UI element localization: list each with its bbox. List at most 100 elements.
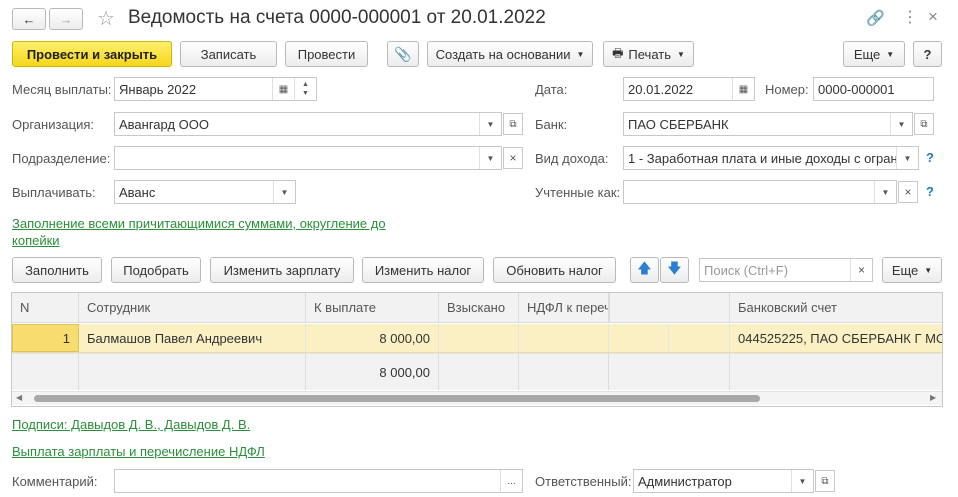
clear-counted-as-icon[interactable]: × xyxy=(898,181,918,203)
column-header-collected[interactable]: Взыскано xyxy=(439,293,519,323)
number-label: Номер: xyxy=(765,82,809,97)
comment-field[interactable]: ... xyxy=(114,469,523,493)
dropdown-arrow-icon[interactable]: ▼ xyxy=(896,147,918,169)
bank-field[interactable]: ПАО СБЕРБАНК ▼ xyxy=(623,112,913,136)
favorite-star-icon[interactable]: ☆ xyxy=(97,6,115,31)
total-amount: 8 000,00 xyxy=(306,354,439,390)
scroll-right-icon[interactable]: ▶ xyxy=(930,393,936,402)
date-field[interactable]: 20.01.2022 ▦ xyxy=(623,77,755,101)
search-input[interactable]: Поиск (Ctrl+F) × xyxy=(699,258,873,282)
number-field[interactable]: 0000-000001 xyxy=(813,77,934,101)
dropdown-arrow-icon: ▼ xyxy=(886,49,895,59)
move-up-button[interactable]: 🡅 xyxy=(630,257,659,283)
row-number-cell[interactable]: 1 xyxy=(12,324,79,352)
fill-button[interactable]: Заполнить xyxy=(12,257,102,283)
open-responsible-icon[interactable]: ⧉ xyxy=(815,470,835,492)
dropdown-arrow-icon: ▼ xyxy=(924,265,933,275)
scrollbar-thumb[interactable] xyxy=(34,395,760,402)
organization-field[interactable]: Авангард ООО ▼ xyxy=(114,112,502,136)
attach-button[interactable]: 📎 xyxy=(387,41,419,67)
bank-label: Банк: xyxy=(535,117,568,132)
spin-stepper[interactable]: ▲ ▼ xyxy=(294,78,316,100)
fill-rounding-link[interactable]: Заполнение всеми причитающимися суммами,… xyxy=(12,215,386,249)
move-down-button[interactable]: 🡇 xyxy=(660,257,689,283)
scroll-left-icon[interactable]: ◀ xyxy=(16,393,22,402)
dropdown-arrow-icon[interactable]: ▼ xyxy=(479,147,501,169)
arrow-down-icon: 🡇 xyxy=(667,260,682,276)
collected-cell[interactable] xyxy=(439,324,519,352)
dropdown-arrow-icon[interactable]: ▼ xyxy=(874,181,896,203)
column-header-n[interactable]: N xyxy=(12,293,79,323)
arrow-left-icon: ← xyxy=(22,11,36,27)
column-header-bank-account[interactable]: Банковский счет xyxy=(730,293,942,323)
arrow-right-icon: → xyxy=(59,11,73,27)
save-button[interactable]: Записать xyxy=(180,41,277,67)
organization-label: Организация: xyxy=(12,117,95,132)
clear-search-icon[interactable]: × xyxy=(850,259,872,281)
date-label: Дата: xyxy=(535,82,568,97)
column-header-employee[interactable]: Сотрудник xyxy=(79,293,306,323)
table-more-button[interactable]: Еще ▼ xyxy=(882,257,942,283)
footer-cell xyxy=(519,354,609,390)
dropdown-arrow-icon[interactable]: ▼ xyxy=(273,181,295,203)
column-header-amount[interactable]: К выплате xyxy=(306,293,439,323)
change-salary-button[interactable]: Изменить зарплату xyxy=(210,257,354,283)
dropdown-arrow-icon: ▼ xyxy=(576,49,585,59)
month-field[interactable]: Январь 2022 ▦ ▲ ▼ xyxy=(114,77,317,101)
arrow-up-icon: 🡅 xyxy=(637,260,652,276)
clear-department-icon[interactable]: × xyxy=(503,147,523,169)
dropdown-arrow-icon: ▼ xyxy=(677,49,685,59)
footer-cell xyxy=(439,354,519,390)
income-type-field[interactable]: 1 - Заработная плата и иные доходы с огр… xyxy=(623,146,919,170)
amount-cell[interactable]: 8 000,00 xyxy=(306,324,439,352)
month-label: Месяц выплаты: xyxy=(12,82,112,97)
create-based-on-button[interactable]: Создать на основании ▼ xyxy=(427,41,593,67)
ndfl-cell[interactable] xyxy=(519,324,609,352)
footer-cell xyxy=(609,354,730,390)
help-button[interactable]: ? xyxy=(913,41,942,67)
link-icon[interactable]: 🔗 xyxy=(866,9,885,27)
forward-button[interactable]: → xyxy=(49,8,83,30)
close-icon[interactable]: × xyxy=(928,7,938,27)
pay-label: Выплачивать: xyxy=(12,185,96,200)
more-button[interactable]: Еще ▼ xyxy=(843,41,905,67)
counted-as-label: Учтенные как: xyxy=(535,185,621,200)
counted-as-field[interactable]: ▼ xyxy=(623,180,897,204)
comment-label: Комментарий: xyxy=(12,474,98,489)
pay-field[interactable]: Аванс ▼ xyxy=(114,180,296,204)
help-question-icon[interactable]: ? xyxy=(926,150,934,165)
responsible-field[interactable]: Администратор ▼ xyxy=(633,469,814,493)
department-label: Подразделение: xyxy=(12,151,111,166)
footer-cell xyxy=(12,354,79,390)
horizontal-scrollbar[interactable]: ◀ ▶ xyxy=(12,391,942,405)
back-button[interactable]: ← xyxy=(12,8,46,30)
select-button[interactable]: Подобрать xyxy=(111,257,201,283)
calendar-icon[interactable]: ▦ xyxy=(272,78,294,100)
more-menu-icon[interactable]: ⋮ xyxy=(902,7,918,27)
signatures-link[interactable]: Подписи: Давыдов Д. В., Давыдов Д. В. xyxy=(12,417,250,432)
dropdown-arrow-icon[interactable]: ▼ xyxy=(890,113,912,135)
dropdown-arrow-icon[interactable]: ▼ xyxy=(791,470,813,492)
dropdown-arrow-icon[interactable]: ▼ xyxy=(479,113,501,135)
responsible-label: Ответственный: xyxy=(535,474,632,489)
payment-link[interactable]: Выплата зарплаты и перечисление НДФЛ xyxy=(12,444,265,459)
post-and-close-button[interactable]: Провести и закрыть xyxy=(12,41,172,67)
ellipsis-icon[interactable]: ... xyxy=(500,470,522,492)
employee-cell[interactable]: Балмашов Павел Андреевич xyxy=(79,324,306,352)
ndfl-extra-cell[interactable] xyxy=(609,324,669,352)
footer-cell xyxy=(730,354,942,390)
print-button[interactable]: 🖶 Печать ▼ xyxy=(603,41,694,67)
help-question-icon[interactable]: ? xyxy=(926,184,934,199)
column-header-ndfl[interactable]: НДФЛ к перечи... xyxy=(519,293,609,323)
ndfl-extra-cell[interactable] xyxy=(669,324,730,352)
paperclip-icon: 📎 xyxy=(394,45,412,62)
update-tax-button[interactable]: Обновить налог xyxy=(493,257,616,283)
open-bank-icon[interactable]: ⧉ xyxy=(914,113,934,135)
calendar-icon[interactable]: ▦ xyxy=(732,78,754,100)
change-tax-button[interactable]: Изменить налог xyxy=(362,257,484,283)
printer-icon: 🖶 xyxy=(612,45,624,60)
department-field[interactable]: ▼ xyxy=(114,146,502,170)
open-organization-icon[interactable]: ⧉ xyxy=(503,113,523,135)
post-button[interactable]: Провести xyxy=(285,41,368,67)
bank-account-cell[interactable]: 044525225, ПАО СБЕРБАНК Г МО xyxy=(730,324,942,352)
